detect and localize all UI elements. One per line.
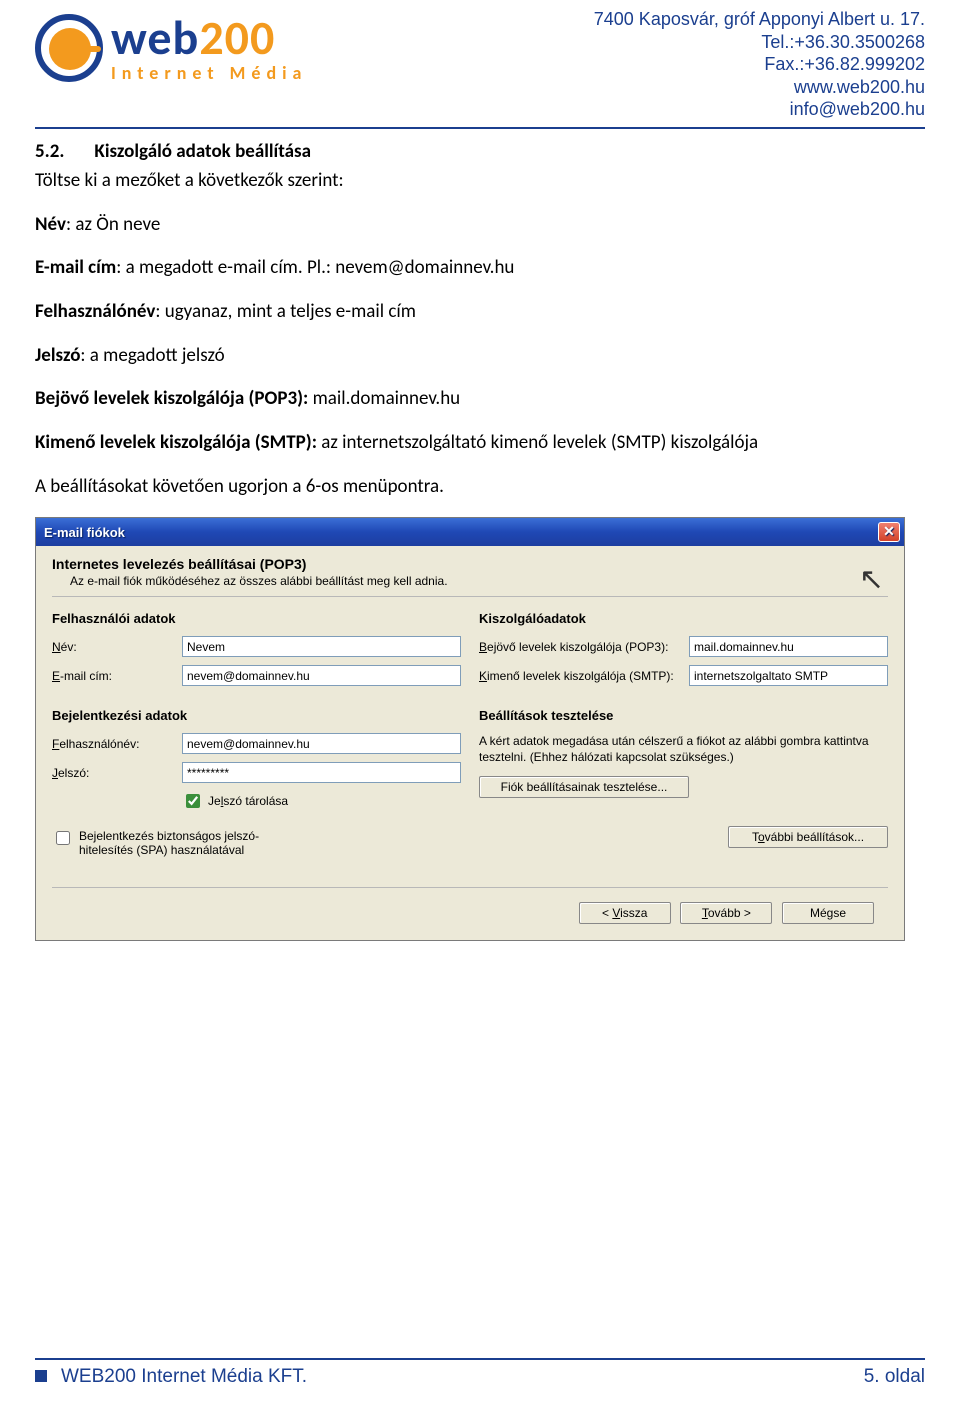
intro-text: Töltse ki a mezőket a következők szerint… <box>35 168 925 194</box>
input-email[interactable] <box>182 665 461 686</box>
input-username[interactable] <box>182 733 461 754</box>
input-name[interactable] <box>182 636 461 657</box>
label-username: Felhasználónév: <box>52 737 182 751</box>
email-accounts-dialog: E-mail fiókok ✕ ↖ Internetes levelezés b… <box>35 517 905 941</box>
logo-mark-icon <box>35 14 103 82</box>
cancel-button[interactable]: Mégse <box>782 902 874 924</box>
test-account-button[interactable]: Fiók beállításainak tesztelése... <box>479 776 689 798</box>
logo-web: web <box>111 8 199 67</box>
footer-company: WEB200 Internet Média KFT. <box>35 1366 307 1388</box>
test-description: A kért adatok megadása után célszerű a f… <box>479 733 888 765</box>
contact-address: 7400 Kaposvár, gróf Apponyi Albert u. 17… <box>594 8 925 31</box>
label-smtp: Kimenő levelek kiszolgálója (SMTP): <box>479 669 689 683</box>
label-pop3: Bejövő levelek kiszolgálója (POP3): <box>479 640 689 654</box>
logo: web200 Internet Média <box>35 14 307 82</box>
logo-wordmark: web200 <box>111 14 307 62</box>
group-login: Bejelentkezési adatok <box>52 708 461 723</box>
contact-email: info@web200.hu <box>594 98 925 121</box>
group-server-info: Kiszolgálóadatok <box>479 611 888 626</box>
footer-square-icon <box>35 1370 47 1382</box>
line-user: Felhasználónév: ugyanaz, mint a teljes e… <box>35 299 925 325</box>
group-test: Beállítások tesztelése <box>479 708 888 723</box>
dialog-titlebar: E-mail fiókok ✕ <box>36 518 904 546</box>
line-pwd: Jelszó: a megadott jelszó <box>35 343 925 369</box>
input-password[interactable] <box>182 762 461 783</box>
label-password: Jelszó: <box>52 766 182 780</box>
checkbox-save-password-label[interactable]: Jelszó tárolása <box>182 791 312 811</box>
label-name: Név: <box>52 640 182 654</box>
next-button[interactable]: Tovább > <box>680 902 772 924</box>
line-name: Név: az Ön neve <box>35 212 925 238</box>
checkbox-spa-label: Bejelentkezés biztonságos jelszó-hiteles… <box>79 829 299 857</box>
input-smtp[interactable] <box>689 665 888 686</box>
more-settings-button[interactable]: További beállítások... <box>728 826 888 848</box>
logo-subtitle: Internet Média <box>111 64 307 82</box>
header-divider <box>35 127 925 129</box>
contact-block: 7400 Kaposvár, gróf Apponyi Albert u. 17… <box>594 8 925 121</box>
section-number: 5.2. <box>35 139 64 165</box>
close-button[interactable]: ✕ <box>878 522 900 542</box>
checkbox-save-password-text: Jelszó tárolása <box>208 794 288 808</box>
dialog-heading: Internetes levelezés beállításai (POP3) <box>52 556 888 572</box>
line-pop: Bejövő levelek kiszolgálója (POP3): mail… <box>35 386 925 412</box>
back-button[interactable]: < Vissza <box>579 902 671 924</box>
line-email: E-mail cím: a megadott e-mail cím. Pl.: … <box>35 255 925 281</box>
line-smtp: Kimenő levelek kiszolgálója (SMTP): az i… <box>35 430 925 456</box>
group-user-info: Felhasználói adatok <box>52 611 461 626</box>
footer-divider <box>35 1358 925 1360</box>
label-email: E-mail cím: <box>52 669 182 683</box>
footer-page: 5. oldal <box>864 1366 925 1388</box>
contact-www: www.web200.hu <box>594 76 925 99</box>
section-title: Kiszolgáló adatok beállítása <box>94 139 311 165</box>
contact-tel: Tel.:+36.30.3500268 <box>594 31 925 54</box>
checkbox-spa[interactable] <box>56 831 70 845</box>
contact-fax: Fax.:+36.82.999202 <box>594 53 925 76</box>
dialog-title: E-mail fiókok <box>44 525 125 540</box>
input-pop3[interactable] <box>689 636 888 657</box>
dialog-divider <box>52 596 888 597</box>
cursor-icon: ↖ <box>859 562 884 597</box>
logo-200: 200 <box>199 8 275 67</box>
after-text: A beállításokat követően ugorjon a 6-os … <box>35 474 925 500</box>
dialog-subheading: Az e-mail fiók működéséhez az összes alá… <box>70 574 888 588</box>
checkbox-save-password[interactable] <box>186 794 200 808</box>
